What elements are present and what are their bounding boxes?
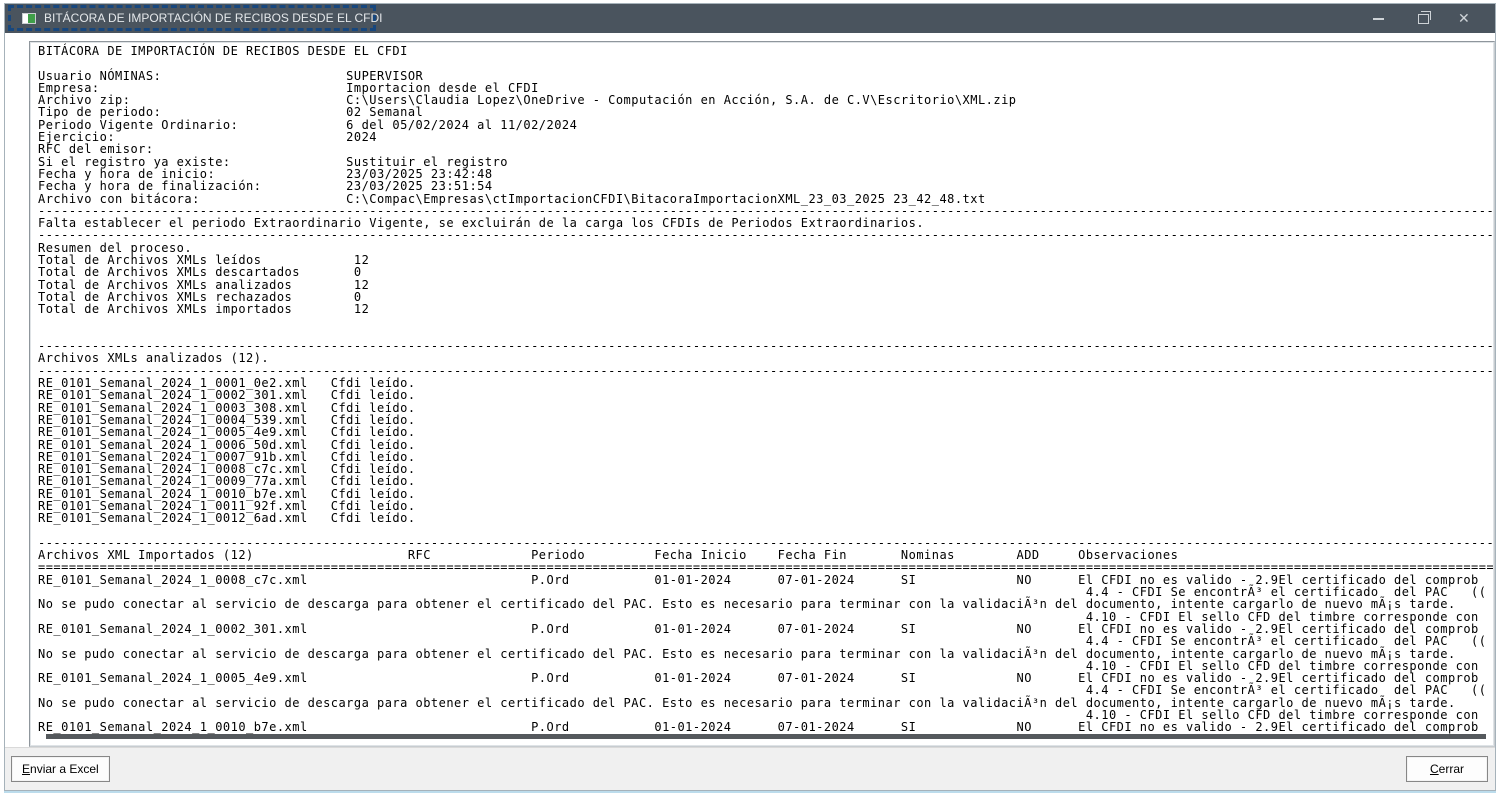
close-dialog-button[interactable]: Cerrar (1406, 756, 1488, 782)
log-text: BITÁCORA DE IMPORTACIÓN DE RECIBOS DESDE… (30, 42, 1494, 734)
minimize-button[interactable] (1357, 4, 1401, 33)
close-button[interactable]: ✕ (1445, 4, 1489, 33)
titlebar: BITÁCORA DE IMPORTACIÓN DE RECIBOS DESDE… (5, 4, 1495, 33)
minimize-icon (1373, 18, 1384, 20)
restore-icon (1418, 14, 1429, 24)
restore-button[interactable] (1401, 4, 1445, 33)
window-title: BITÁCORA DE IMPORTACIÓN DE RECIBOS DESDE… (44, 4, 383, 33)
export-excel-button[interactable]: Enviar a Excel (11, 756, 110, 782)
log-panel[interactable]: BITÁCORA DE IMPORTACIÓN DE RECIBOS DESDE… (29, 41, 1495, 747)
footer-bar: Enviar a Excel Cerrar (5, 747, 1495, 790)
app-icon (22, 13, 36, 24)
close-icon: ✕ (1458, 9, 1470, 28)
horizontal-scrollbar[interactable] (46, 734, 1486, 739)
import-log-window: BITÁCORA DE IMPORTACIÓN DE RECIBOS DESDE… (4, 3, 1496, 791)
window-controls: ✕ (1357, 4, 1489, 33)
